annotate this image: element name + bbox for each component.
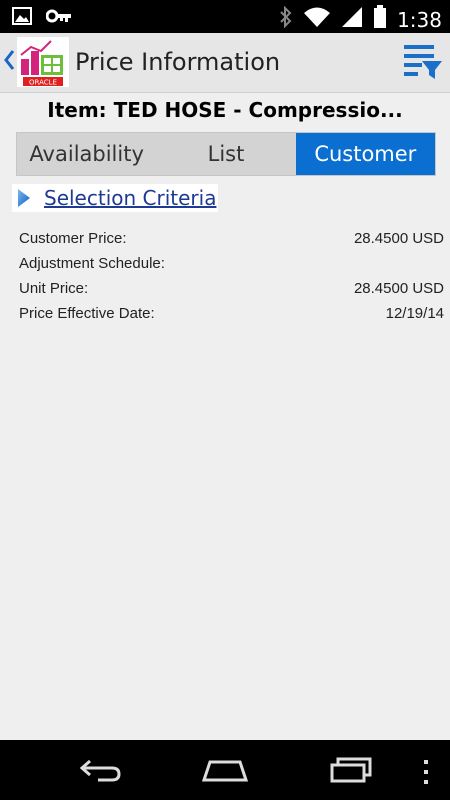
back-icon[interactable]	[78, 757, 122, 788]
customer-price-row: Customer Price: 28.4500 USD	[19, 226, 444, 251]
back-chevron-icon[interactable]	[3, 49, 15, 76]
row-label: Unit Price:	[19, 280, 89, 297]
selection-criteria-link[interactable]: Selection Criteria	[44, 186, 216, 210]
row-value: 12/19/14	[385, 305, 444, 322]
filter-list-icon[interactable]	[404, 45, 444, 81]
expand-triangle-icon	[14, 186, 34, 210]
row-label: Customer Price:	[19, 230, 127, 247]
home-icon[interactable]	[200, 757, 250, 788]
price-details: Customer Price: 28.4500 USD Adjustment S…	[19, 226, 444, 326]
app-logo[interactable]: ORACLE	[17, 37, 69, 87]
system-nav-bar	[0, 740, 450, 800]
selection-criteria-toggle[interactable]: Selection Criteria	[12, 184, 219, 212]
menu-icon[interactable]	[422, 760, 430, 789]
row-label: Price Effective Date:	[19, 305, 155, 322]
signal-icon	[341, 6, 363, 33]
page-title: Price Information	[75, 48, 281, 76]
segment-customer[interactable]: Customer	[295, 133, 435, 175]
row-value: 28.4500 USD	[353, 230, 444, 247]
wifi-icon	[303, 6, 331, 33]
action-bar: ORACLE Price Information	[0, 33, 450, 93]
bluetooth-icon	[279, 5, 293, 33]
image-icon	[12, 7, 32, 30]
row-value: 28.4500 USD	[353, 280, 444, 297]
recents-icon[interactable]	[328, 757, 374, 788]
battery-icon	[373, 5, 387, 34]
segment-availability[interactable]: Availability	[17, 133, 156, 175]
pricing-segmented-control: Availability List Customer	[16, 132, 436, 176]
adjustment-schedule-row: Adjustment Schedule:	[19, 251, 444, 276]
item-header: Item: TED HOSE - Compressio...	[47, 98, 403, 122]
status-bar: 1:38	[0, 0, 450, 33]
oracle-logo-text: ORACLE	[29, 79, 57, 87]
clock: 1:38	[397, 7, 442, 32]
unit-price-row: Unit Price: 28.4500 USD	[19, 276, 444, 301]
segment-list[interactable]: List	[156, 133, 295, 175]
key-icon	[45, 7, 72, 30]
price-effective-date-row: Price Effective Date: 12/19/14	[19, 301, 444, 326]
row-label: Adjustment Schedule:	[19, 255, 165, 272]
